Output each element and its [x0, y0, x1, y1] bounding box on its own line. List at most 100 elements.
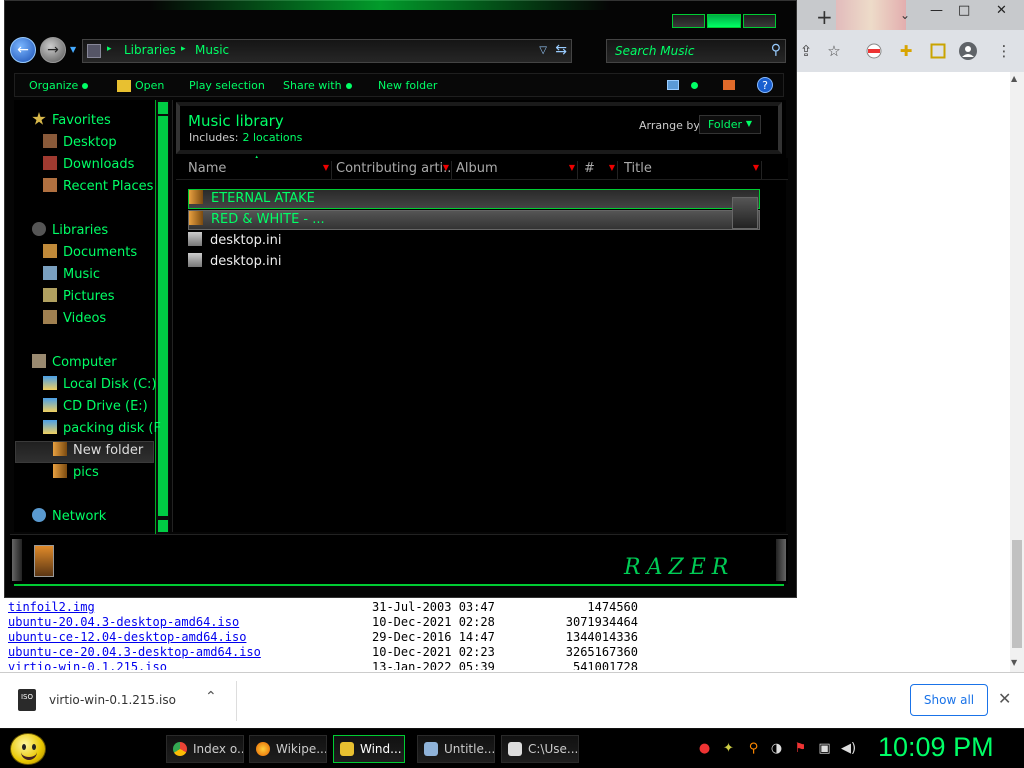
- nav-item-cd-drive[interactable]: CD Drive (E:): [43, 398, 148, 420]
- scroll-up-icon[interactable]: ▲: [1011, 74, 1017, 83]
- taskbar-item-7zip[interactable]: C:\Use...: [501, 735, 579, 763]
- nav-item-downloads[interactable]: Downloads: [43, 156, 134, 178]
- close-window-button[interactable]: ✕: [996, 3, 1007, 18]
- new-tab-button[interactable]: +: [816, 5, 833, 29]
- list-item[interactable]: desktop.ini: [188, 232, 760, 252]
- profile-avatar-icon[interactable]: [958, 41, 978, 61]
- scroll-down-icon[interactable]: ▼: [1011, 658, 1017, 667]
- column-dropdown-icon[interactable]: ▼: [609, 163, 615, 172]
- update-tray-icon[interactable]: ◑: [769, 741, 784, 756]
- explorer-minimize-button[interactable]: [672, 14, 706, 28]
- column-header-album[interactable]: Album ▼: [456, 161, 578, 179]
- listing-file-link[interactable]: tinfoil2.img: [8, 600, 95, 614]
- start-button-smiley-icon[interactable]: [10, 733, 46, 765]
- listing-file-link[interactable]: ubuntu-ce-20.04.3-desktop-amd64.iso: [8, 645, 261, 659]
- new-folder-button[interactable]: New folder: [378, 79, 437, 92]
- flag-tray-icon[interactable]: ⚑: [793, 741, 808, 756]
- extensions-puzzle-icon[interactable]: ✚: [896, 41, 916, 61]
- search-tray-icon[interactable]: ⚲: [746, 741, 761, 756]
- column-dropdown-icon[interactable]: ▼: [323, 163, 329, 172]
- open-button[interactable]: Open: [117, 79, 164, 92]
- nav-item-recent-places[interactable]: Recent Places: [43, 178, 153, 200]
- address-dropdown-icon[interactable]: ▽: [539, 45, 547, 56]
- extension-flag-icon[interactable]: [864, 41, 884, 61]
- back-arrow-icon[interactable]: ←: [10, 37, 36, 63]
- minimize-button[interactable]: —: [930, 3, 943, 18]
- refresh-icon[interactable]: ⇆: [555, 42, 567, 58]
- bird-tray-icon[interactable]: ✦: [721, 741, 736, 756]
- nav-item-pictures[interactable]: Pictures: [43, 288, 114, 310]
- tab-search-dropdown[interactable]: ⌄: [900, 8, 910, 22]
- recent-pages-dropdown-icon[interactable]: ▼: [70, 45, 76, 54]
- share-with-button[interactable]: Share with: [283, 79, 352, 92]
- nav-scroll-thumb[interactable]: [158, 116, 168, 516]
- chevron-up-icon[interactable]: ⌃: [205, 689, 217, 705]
- nav-item-libraries[interactable]: Libraries: [32, 222, 108, 244]
- taskbar-item-notepad[interactable]: Untitle...: [417, 735, 495, 763]
- listing-file-link[interactable]: ubuntu-20.04.3-desktop-amd64.iso: [8, 615, 239, 629]
- nav-item-videos[interactable]: Videos: [43, 310, 106, 332]
- library-locations-link[interactable]: 2 locations: [242, 131, 302, 144]
- breadcrumb-separator-icon[interactable]: ▸: [107, 44, 112, 54]
- search-icon[interactable]: ⚲: [771, 42, 781, 58]
- network-tray-icon[interactable]: ▣: [817, 741, 832, 756]
- explorer-close-button[interactable]: [742, 14, 776, 28]
- column-header-track-number[interactable]: # ▼: [584, 161, 618, 179]
- taskbar-item-firefox[interactable]: Wikipe...: [249, 735, 327, 763]
- address-bar[interactable]: ▸ Libraries ▸ Music ▽ ⇆: [82, 39, 572, 63]
- share-icon[interactable]: ⇪: [796, 41, 816, 61]
- show-all-button[interactable]: Show all: [910, 684, 988, 716]
- explorer-maximize-button[interactable]: [707, 14, 741, 28]
- breadcrumb-libraries[interactable]: Libraries: [124, 43, 176, 57]
- list-item[interactable]: desktop.ini: [188, 253, 760, 273]
- volume-tray-icon[interactable]: ◀): [841, 741, 856, 756]
- more-menu-icon[interactable]: ⋮: [994, 41, 1014, 61]
- column-dropdown-icon[interactable]: ▼: [569, 163, 575, 172]
- change-view-icon[interactable]: [667, 80, 679, 90]
- taskbar-item-explorer[interactable]: Wind...: [333, 735, 405, 763]
- nav-item-pics[interactable]: pics: [53, 464, 99, 486]
- nav-item-local-disk[interactable]: Local Disk (C:): [43, 376, 156, 398]
- nav-item-network[interactable]: Network: [32, 508, 106, 530]
- preview-pane-icon[interactable]: [723, 80, 735, 90]
- organize-button[interactable]: Organize: [29, 79, 89, 92]
- page-scrollbar-thumb[interactable]: [1012, 540, 1022, 648]
- antivirus-tray-icon[interactable]: ●: [697, 741, 712, 756]
- search-input[interactable]: Search Music ⚲: [606, 39, 786, 63]
- list-item[interactable]: RED & WHITE - ...: [188, 210, 760, 230]
- breadcrumb-separator-icon[interactable]: ▸: [181, 44, 186, 54]
- column-dropdown-icon[interactable]: ▼: [753, 163, 759, 172]
- nav-scroll-down[interactable]: [158, 520, 168, 532]
- sidebar-panel-icon[interactable]: [928, 41, 948, 61]
- arrange-by-dropdown[interactable]: Folder ▼: [699, 115, 761, 134]
- nav-item-favorites[interactable]: Favorites: [32, 112, 111, 134]
- breadcrumb-music[interactable]: Music: [195, 43, 229, 57]
- taskbar-item-chrome[interactable]: Index o...: [166, 735, 244, 763]
- nav-item-packing-disk[interactable]: packing disk (F: [43, 420, 161, 442]
- nav-item-documents[interactable]: Documents: [43, 244, 137, 266]
- column-header-name[interactable]: Name ▼: [188, 161, 332, 179]
- column-header-contributing-artists[interactable]: Contributing arti... ▼: [336, 161, 452, 179]
- forward-arrow-icon[interactable]: →: [40, 37, 66, 63]
- play-selection-button[interactable]: Play selection: [189, 79, 265, 92]
- nav-item-computer[interactable]: Computer: [32, 354, 117, 376]
- maximize-button[interactable]: □: [958, 3, 970, 18]
- download-item-name[interactable]: virtio-win-0.1.215.iso: [49, 693, 176, 707]
- nav-item-music[interactable]: Music: [43, 266, 100, 288]
- system-clock[interactable]: 10:09 PM: [878, 732, 994, 763]
- listing-file-link[interactable]: virtio-win-0.1.215.iso: [8, 660, 167, 670]
- view-options-icon[interactable]: [691, 82, 698, 89]
- list-item[interactable]: ETERNAL ATAKE: [188, 189, 760, 209]
- nav-item-label: Documents: [63, 245, 138, 260]
- nav-item-new-folder[interactable]: New folder: [15, 441, 154, 463]
- nav-scroll-up[interactable]: [158, 102, 168, 114]
- nav-pane-scrollbar[interactable]: [155, 100, 169, 534]
- listing-file-link[interactable]: ubuntu-ce-12.04-desktop-amd64.iso: [8, 630, 246, 644]
- column-dropdown-icon[interactable]: ▼: [443, 163, 449, 172]
- browser-tab[interactable]: [836, 0, 906, 30]
- help-icon[interactable]: ?: [757, 77, 773, 93]
- nav-item-desktop[interactable]: Desktop: [43, 134, 117, 156]
- bookmark-star-icon[interactable]: ☆: [824, 41, 844, 61]
- column-header-title[interactable]: Title ▼: [624, 161, 762, 179]
- close-icon[interactable]: ✕: [998, 689, 1011, 708]
